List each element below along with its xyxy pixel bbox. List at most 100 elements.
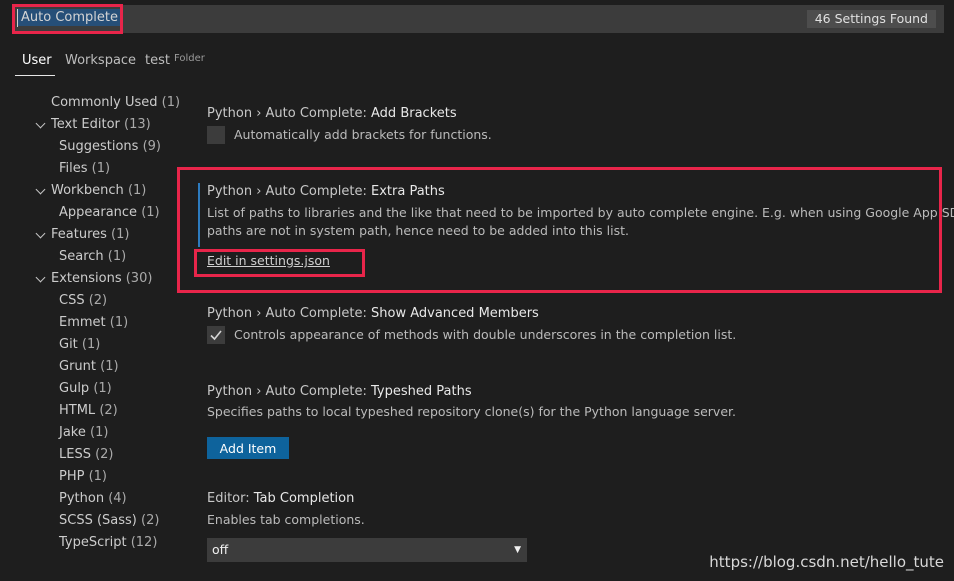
- toc-item-count: (1): [90, 425, 109, 440]
- select-value: off: [212, 542, 229, 557]
- toc-item-php[interactable]: PHP (1): [59, 466, 107, 488]
- tab-folder[interactable]: test Folder: [145, 53, 205, 68]
- toc-item-git[interactable]: Git (1): [59, 334, 100, 356]
- toc-item-label: Text Editor: [51, 117, 125, 132]
- toc-item-html[interactable]: HTML (2): [59, 400, 118, 422]
- setting-category: Python › Auto Complete:: [207, 184, 372, 199]
- edit-in-settings-json-link[interactable]: Edit in settings.json: [207, 253, 330, 268]
- toc-item-count: (12): [130, 535, 158, 550]
- toc-item-label: Grunt: [59, 359, 101, 374]
- tab-user[interactable]: User: [22, 53, 52, 68]
- setting-category: Python › Auto Complete:: [207, 106, 372, 121]
- chevron-down-icon[interactable]: [35, 228, 46, 239]
- toc-item-label: Files: [59, 161, 92, 176]
- setting-name: Add Brackets: [371, 106, 457, 121]
- toc-item-label: Appearance: [59, 205, 142, 220]
- checkmark-icon: [210, 330, 222, 341]
- toc-item-css[interactable]: CSS (2): [59, 290, 107, 312]
- toc-item-extensions[interactable]: Extensions (30): [51, 268, 152, 290]
- add-item-button[interactable]: Add Item: [207, 437, 289, 459]
- tab-completion-description: Enables tab completions.: [207, 512, 365, 527]
- toc-item-count: (2): [141, 513, 160, 528]
- toc-item-count: (2): [99, 403, 118, 418]
- toc-item-label: TypeScript: [59, 535, 131, 550]
- search-bar[interactable]: Auto Complete 46 Settings Found: [12, 5, 944, 33]
- toc-item-label: SCSS (Sass): [59, 513, 142, 528]
- toc-item-label: Python: [59, 491, 109, 506]
- toc-item-count: (9): [142, 139, 161, 154]
- show-advanced-checkbox[interactable]: [207, 326, 225, 344]
- toc-item-count: (4): [108, 491, 127, 506]
- setting-name: Tab Completion: [253, 491, 355, 506]
- toc-item-grunt[interactable]: Grunt (1): [59, 356, 119, 378]
- toc-item-count: (1): [111, 227, 130, 242]
- toc-item-label: Emmet: [59, 315, 110, 330]
- setting-title-tab-completion: Editor: Tab Completion: [207, 491, 354, 506]
- toc-item-gulp[interactable]: Gulp (1): [59, 378, 112, 400]
- toc-item-appearance[interactable]: Appearance (1): [59, 202, 160, 224]
- toc-item-label: PHP: [59, 469, 89, 484]
- toc-item-count: (1): [107, 249, 127, 264]
- toc-item-count: (1): [81, 337, 101, 352]
- toc-item-label: Commonly Used: [51, 95, 162, 110]
- add-brackets-description: Automatically add brackets for functions…: [234, 127, 492, 142]
- toc-item-label: HTML: [59, 403, 100, 418]
- toc-item-count: (30): [125, 271, 153, 286]
- setting-title-show-advanced: Python › Auto Complete: Show Advanced Me…: [207, 306, 539, 321]
- toc-item-text-editor[interactable]: Text Editor (13): [51, 114, 151, 136]
- description-line: paths are not in system path, hence need…: [207, 223, 629, 238]
- chevron-down-icon[interactable]: [35, 272, 46, 283]
- active-tab-indicator: [15, 75, 55, 76]
- toc-item-count: (1): [109, 315, 129, 330]
- toc-item-files[interactable]: Files (1): [59, 158, 110, 180]
- focus-indicator: [198, 183, 200, 247]
- dropdown-arrow-icon: ▼: [514, 545, 521, 555]
- toc-item-less[interactable]: LESS (2): [59, 444, 114, 466]
- toc-item-count: (1): [161, 95, 181, 110]
- setting-name: Show Advanced Members: [371, 306, 539, 321]
- toc-item-count: (1): [141, 205, 160, 220]
- add-brackets-checkbox[interactable]: [207, 126, 225, 144]
- settings-found-badge: 46 Settings Found: [806, 10, 936, 28]
- toc-item-count: (1): [127, 183, 147, 198]
- text-cursor: [17, 9, 18, 27]
- tab-completion-select[interactable]: off ▼: [207, 538, 527, 562]
- toc-item-python[interactable]: Python (4): [59, 488, 127, 510]
- extra-paths-description: List of paths to libraries and the like …: [207, 204, 954, 240]
- toc-item-count: (2): [95, 447, 114, 462]
- setting-category: Python › Auto Complete:: [207, 384, 372, 399]
- chevron-down-icon[interactable]: [35, 118, 46, 129]
- toc-item-workbench[interactable]: Workbench (1): [51, 180, 146, 202]
- toc-item-jake[interactable]: Jake (1): [59, 422, 108, 444]
- toc-item-suggestions[interactable]: Suggestions (9): [59, 136, 161, 158]
- toc-item-label: Features: [51, 227, 112, 242]
- toc-item-label: LESS: [59, 447, 96, 462]
- toc-item-scss-sass[interactable]: SCSS (Sass) (2): [59, 510, 159, 532]
- description-line: List of paths to libraries and the like …: [207, 205, 954, 220]
- toc-item-count: (2): [88, 293, 108, 308]
- toc-item-commonly-used[interactable]: Commonly Used (1): [51, 92, 180, 114]
- toc-item-label: Git: [59, 337, 82, 352]
- toc-item-label: Gulp: [59, 381, 94, 396]
- setting-name: Typeshed Paths: [371, 384, 472, 399]
- tab-folder-sublabel: Folder: [173, 53, 205, 64]
- toc-item-count: (1): [91, 161, 111, 176]
- show-advanced-description: Controls appearance of methods with doub…: [234, 327, 737, 342]
- chevron-down-icon[interactable]: [35, 184, 46, 195]
- toc-item-label: Suggestions: [59, 139, 143, 154]
- toc-item-label: Workbench: [51, 183, 128, 198]
- setting-name: Extra Paths: [371, 184, 445, 199]
- typeshed-description: Specifies paths to local typeshed reposi…: [207, 404, 736, 419]
- toc-item-typescript[interactable]: TypeScript (12): [59, 532, 157, 554]
- toc-item-features[interactable]: Features (1): [51, 224, 129, 246]
- toc-item-emmet[interactable]: Emmet (1): [59, 312, 128, 334]
- watermark: https://blog.csdn.net/hello_tute: [709, 553, 944, 571]
- toc-item-label: CSS: [59, 293, 89, 308]
- setting-category: Editor:: [207, 491, 254, 506]
- toc-item-count: (1): [100, 359, 119, 374]
- search-input[interactable]: Auto Complete: [18, 9, 121, 26]
- tab-workspace[interactable]: Workspace: [65, 53, 136, 68]
- toc-item-count: (1): [93, 381, 112, 396]
- setting-title-typeshed: Python › Auto Complete: Typeshed Paths: [207, 384, 472, 399]
- toc-item-search[interactable]: Search (1): [59, 246, 126, 268]
